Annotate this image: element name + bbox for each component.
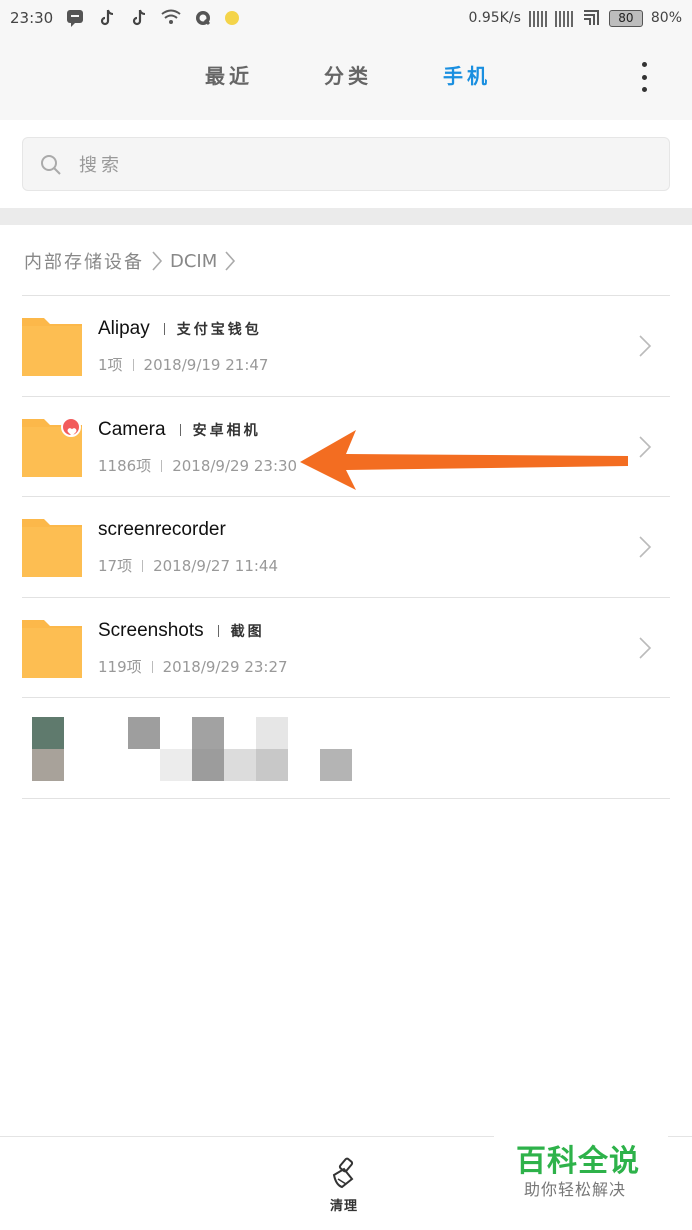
battery-icon: 80 xyxy=(608,9,643,27)
status-time: 23:30 xyxy=(10,9,54,27)
watermark-title: 百科全说 xyxy=(516,1144,640,1179)
clean-button-label[interactable]: 清理 xyxy=(330,1195,358,1214)
q-app-icon xyxy=(193,9,213,27)
meta-separator xyxy=(151,660,153,673)
folder-name: Camera xyxy=(98,419,166,440)
divider-band xyxy=(0,208,692,225)
breadcrumb-item-internal-storage[interactable]: 内部存储设备 xyxy=(24,248,144,274)
folder-icon xyxy=(22,517,82,577)
watermark-subtitle: 助你轻松解决 xyxy=(524,1180,627,1199)
search-input[interactable]: 搜索 xyxy=(22,137,670,191)
pixelated-block xyxy=(256,749,288,781)
chevron-right-icon xyxy=(638,334,652,358)
chevron-right-icon xyxy=(638,636,652,660)
folder-tag: 截图 xyxy=(230,624,265,640)
signal-icon xyxy=(528,9,547,27)
pixelated-block xyxy=(128,717,160,749)
battery-percent: 80% xyxy=(650,10,682,26)
heart-icon xyxy=(67,422,77,436)
favorite-badge xyxy=(61,417,81,437)
breadcrumb-item-dcim[interactable]: DCIM xyxy=(170,251,217,272)
divider xyxy=(22,697,670,698)
folder-tag: 安卓相机 xyxy=(192,423,261,439)
list-item-alipay[interactable]: Alipay 支付宝钱包 1项 2018/9/19 21:47 xyxy=(0,296,692,396)
pixelated-block xyxy=(224,749,256,781)
folder-date: 2018/9/29 23:30 xyxy=(172,456,298,475)
divider xyxy=(22,798,670,799)
search-icon xyxy=(39,153,63,177)
wifi-icon xyxy=(161,9,181,27)
chat-bubble-icon xyxy=(65,9,85,27)
folder-name: screenrecorder xyxy=(98,519,226,540)
pixelated-block xyxy=(192,749,224,781)
network-speed: 0.95K/s xyxy=(468,10,521,26)
chevron-right-icon xyxy=(638,535,652,559)
list-item-screenshots[interactable]: Screenshots 截图 119项 2018/9/29 23:27 xyxy=(0,598,692,698)
tiktok-icon xyxy=(97,9,117,27)
app-header: 最近 分类 手机 xyxy=(0,36,692,120)
meta-separator xyxy=(161,459,163,472)
more-options-icon[interactable] xyxy=(640,62,648,92)
pixelated-block xyxy=(256,717,288,749)
list-item-screenrecorder[interactable]: screenrecorder 17项 2018/9/27 11:44 xyxy=(0,497,692,597)
folder-count: 1186项 xyxy=(98,457,152,475)
folder-icon xyxy=(22,316,82,376)
tiktok-icon xyxy=(129,9,149,27)
pixelated-block xyxy=(32,749,64,781)
search-area: 搜索 xyxy=(0,120,692,208)
yellow-dot-icon xyxy=(225,11,240,25)
chevron-right-icon xyxy=(223,250,237,272)
folder-name: Alipay xyxy=(98,318,150,339)
chevron-right-icon xyxy=(638,435,652,459)
folder-tag: 支付宝钱包 xyxy=(176,322,262,338)
meta-separator xyxy=(142,559,144,572)
annotation-arrow xyxy=(300,430,628,490)
tab-category[interactable]: 分类 xyxy=(324,60,372,89)
folder-count: 119项 xyxy=(98,658,142,676)
folder-count: 1项 xyxy=(98,356,123,374)
meta-separator xyxy=(132,358,134,371)
nfc-icon xyxy=(581,9,601,27)
tag-separator xyxy=(217,624,219,637)
pixelated-block xyxy=(32,717,64,749)
folder-count: 17项 xyxy=(98,557,133,575)
signal-icon xyxy=(554,9,573,27)
pixelated-block xyxy=(320,749,352,781)
search-placeholder: 搜索 xyxy=(79,155,123,176)
broom-icon[interactable] xyxy=(328,1157,362,1191)
tab-phone[interactable]: 手机 xyxy=(443,60,491,89)
folder-name: Screenshots xyxy=(98,620,204,641)
pixelated-block xyxy=(192,717,224,749)
folder-date: 2018/9/19 21:47 xyxy=(143,355,269,374)
folder-date: 2018/9/27 11:44 xyxy=(153,556,279,575)
folder-icon xyxy=(22,618,82,678)
watermark: 百科全说 助你轻松解决 xyxy=(494,1128,668,1214)
chevron-right-icon xyxy=(150,250,164,272)
folder-date: 2018/9/29 23:27 xyxy=(162,657,288,676)
status-bar: 23:30 0.95K/s 80 80% xyxy=(0,0,692,36)
breadcrumb: 内部存储设备 DCIM xyxy=(24,246,237,276)
pixelated-block xyxy=(160,749,192,781)
tab-recent[interactable]: 最近 xyxy=(205,60,253,89)
tag-separator xyxy=(179,423,181,436)
tag-separator xyxy=(163,322,165,335)
